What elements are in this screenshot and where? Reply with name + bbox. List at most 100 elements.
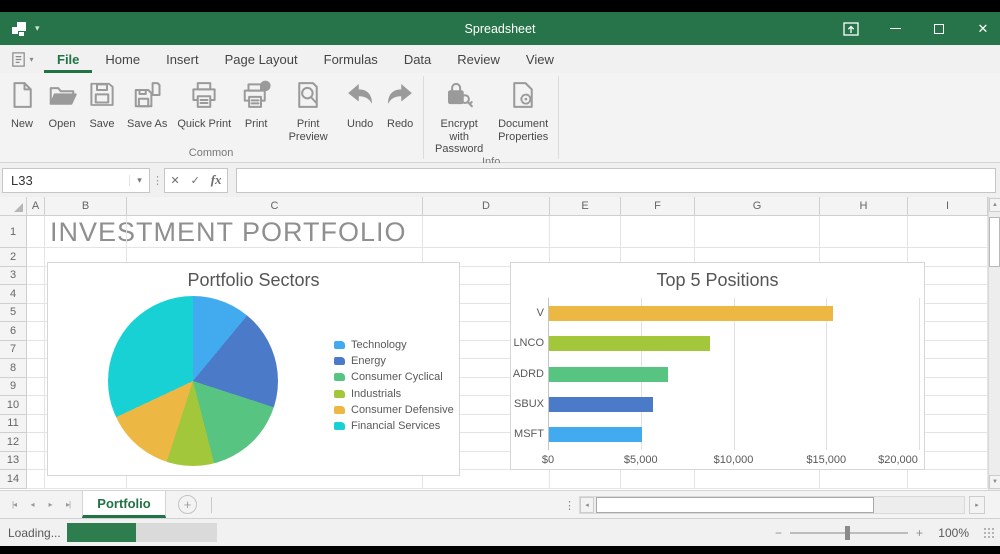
- logo-dropdown-caret-icon[interactable]: ▾: [35, 23, 40, 34]
- row-header-10[interactable]: 10: [0, 396, 27, 415]
- enter-button[interactable]: ✓: [191, 174, 200, 187]
- row-header-12[interactable]: 12: [0, 433, 27, 452]
- row-header-5[interactable]: 5: [0, 304, 27, 323]
- vertical-scrollbar[interactable]: ▲ ▼: [988, 197, 1000, 490]
- ribbon-tab-home[interactable]: Home: [92, 45, 153, 73]
- ribbon-tab-view[interactable]: View: [513, 45, 567, 73]
- ribbon-menu-icon: [10, 51, 27, 68]
- row-header-6[interactable]: 6: [0, 322, 27, 341]
- column-header-f[interactable]: F: [621, 197, 695, 216]
- row-header-13[interactable]: 13: [0, 452, 27, 471]
- horizontal-scroll-thumb[interactable]: [596, 497, 874, 513]
- scroll-right-icon[interactable]: ▸: [969, 496, 985, 514]
- formula-input[interactable]: [236, 168, 996, 193]
- row-header-14[interactable]: 14: [0, 470, 27, 489]
- row-header-7[interactable]: 7: [0, 341, 27, 360]
- column-header-b[interactable]: B: [45, 197, 127, 216]
- row-header-8[interactable]: 8: [0, 359, 27, 378]
- add-sheet-icon[interactable]: +: [178, 495, 197, 514]
- ribbon-tab-formulas[interactable]: Formulas: [311, 45, 391, 73]
- print-button[interactable]: ?Print: [236, 77, 276, 131]
- row-header-3[interactable]: 3: [0, 267, 27, 286]
- print-icon: ?: [241, 80, 271, 115]
- print-preview-button[interactable]: Print Preview: [276, 77, 340, 143]
- zoom-out-button[interactable]: −: [775, 526, 782, 540]
- column-header-c[interactable]: C: [127, 197, 423, 216]
- row-header-9[interactable]: 9: [0, 378, 27, 397]
- quick-print-button[interactable]: Quick Print: [172, 77, 236, 131]
- cancel-button[interactable]: ✕: [170, 174, 179, 187]
- row-header-1[interactable]: 1: [0, 216, 27, 248]
- legend-marker-icon: [334, 341, 345, 349]
- legend-item: Energy: [334, 353, 386, 369]
- bar-chart[interactable]: Top 5 Positions $0$5,000$10,000$15,000$2…: [510, 262, 925, 470]
- ribbon-menu-button[interactable]: ▾: [0, 45, 44, 73]
- ribbon-tab-page-layout[interactable]: Page Layout: [212, 45, 311, 73]
- redo-button[interactable]: Redo: [380, 77, 420, 131]
- ribbon-tab-review[interactable]: Review: [444, 45, 513, 73]
- pie-chart-title: Portfolio Sectors: [48, 270, 459, 291]
- scroll-up-icon[interactable]: ▲: [989, 198, 1000, 212]
- open-button[interactable]: Open: [42, 77, 82, 131]
- name-box[interactable]: L33 ▾: [2, 168, 150, 193]
- spreadsheet-grid[interactable]: INVESTMENT PORTFOLIO ABCDEFGHI1234567891…: [0, 197, 1000, 490]
- maximize-button[interactable]: [930, 20, 948, 38]
- scroll-left-icon[interactable]: ◂: [580, 497, 594, 513]
- ribbon-content: NewOpenSaveSave AsQuick Print?PrintPrint…: [0, 73, 1000, 163]
- name-box-caret-icon[interactable]: ▾: [129, 175, 149, 186]
- new-button[interactable]: New: [2, 77, 42, 131]
- x-axis-tick-label: $0: [542, 454, 554, 466]
- close-button[interactable]: ✕: [974, 20, 992, 38]
- undo-button[interactable]: Undo: [340, 77, 380, 131]
- minimize-button[interactable]: [886, 20, 904, 38]
- zoom-in-button[interactable]: +: [916, 526, 923, 540]
- column-header-g[interactable]: G: [695, 197, 820, 216]
- column-header-i[interactable]: I: [908, 197, 988, 216]
- button-label: Encrypt with Password: [432, 118, 486, 156]
- row-header-11[interactable]: 11: [0, 415, 27, 434]
- zoom-slider[interactable]: [790, 526, 908, 540]
- document-properties-button[interactable]: Document Properties: [491, 77, 555, 143]
- row-header-2[interactable]: 2: [0, 248, 27, 267]
- app-logo-icon[interactable]: [10, 20, 30, 38]
- gridline: [27, 488, 988, 489]
- legend-marker-icon: [334, 406, 345, 414]
- formula-bar-splitter[interactable]: ⋮: [150, 174, 164, 187]
- sheet-tab-bar: |◂ ◂ ▸ ▸| Portfolio + ⋮ ◂ ▸: [0, 490, 1000, 518]
- save-button[interactable]: Save: [82, 77, 122, 131]
- open-folder-icon: [47, 80, 77, 115]
- column-header-e[interactable]: E: [550, 197, 621, 216]
- sheet-tab-portfolio[interactable]: Portfolio: [82, 491, 166, 518]
- ribbon-display-options-icon[interactable]: [842, 20, 860, 38]
- legend-item: Consumer Defensive: [334, 402, 454, 418]
- save-as-button[interactable]: Save As: [122, 77, 172, 131]
- zoom-slider-thumb[interactable]: [845, 526, 850, 540]
- first-sheet-icon[interactable]: |◂: [6, 500, 22, 509]
- ribbon-tab-insert[interactable]: Insert: [153, 45, 212, 73]
- prev-sheet-icon[interactable]: ◂: [24, 500, 40, 509]
- vertical-scroll-thumb[interactable]: [989, 217, 1000, 267]
- resize-grip-icon[interactable]: [983, 527, 994, 538]
- legend-label: Industrials: [351, 388, 401, 400]
- select-all-corner[interactable]: [0, 197, 27, 216]
- legend-marker-icon: [334, 357, 345, 365]
- last-sheet-icon[interactable]: ▸|: [60, 500, 76, 509]
- button-label: Undo: [347, 118, 373, 131]
- ribbon-tab-data[interactable]: Data: [391, 45, 444, 73]
- insert-function-button[interactable]: fx: [211, 172, 222, 188]
- next-sheet-icon[interactable]: ▸: [42, 500, 58, 509]
- scrollbar-splitter[interactable]: ⋮: [564, 499, 575, 512]
- pie-chart[interactable]: Portfolio Sectors TechnologyEnergy Consum…: [47, 262, 460, 476]
- column-header-h[interactable]: H: [820, 197, 908, 216]
- ribbon-tab-file[interactable]: File: [44, 45, 92, 73]
- encrypt-with-password-button[interactable]: Encrypt with Password: [427, 77, 491, 156]
- legend-marker-icon: [334, 373, 345, 381]
- legend-label: Financial Services: [351, 420, 440, 432]
- zoom-percentage: 100%: [931, 526, 969, 540]
- row-header-4[interactable]: 4: [0, 285, 27, 304]
- column-header-a[interactable]: A: [27, 197, 45, 216]
- column-header-d[interactable]: D: [423, 197, 550, 216]
- legend-item: Technology: [334, 337, 407, 353]
- horizontal-scrollbar[interactable]: ◂: [579, 496, 965, 514]
- scroll-down-icon[interactable]: ▼: [989, 475, 1000, 489]
